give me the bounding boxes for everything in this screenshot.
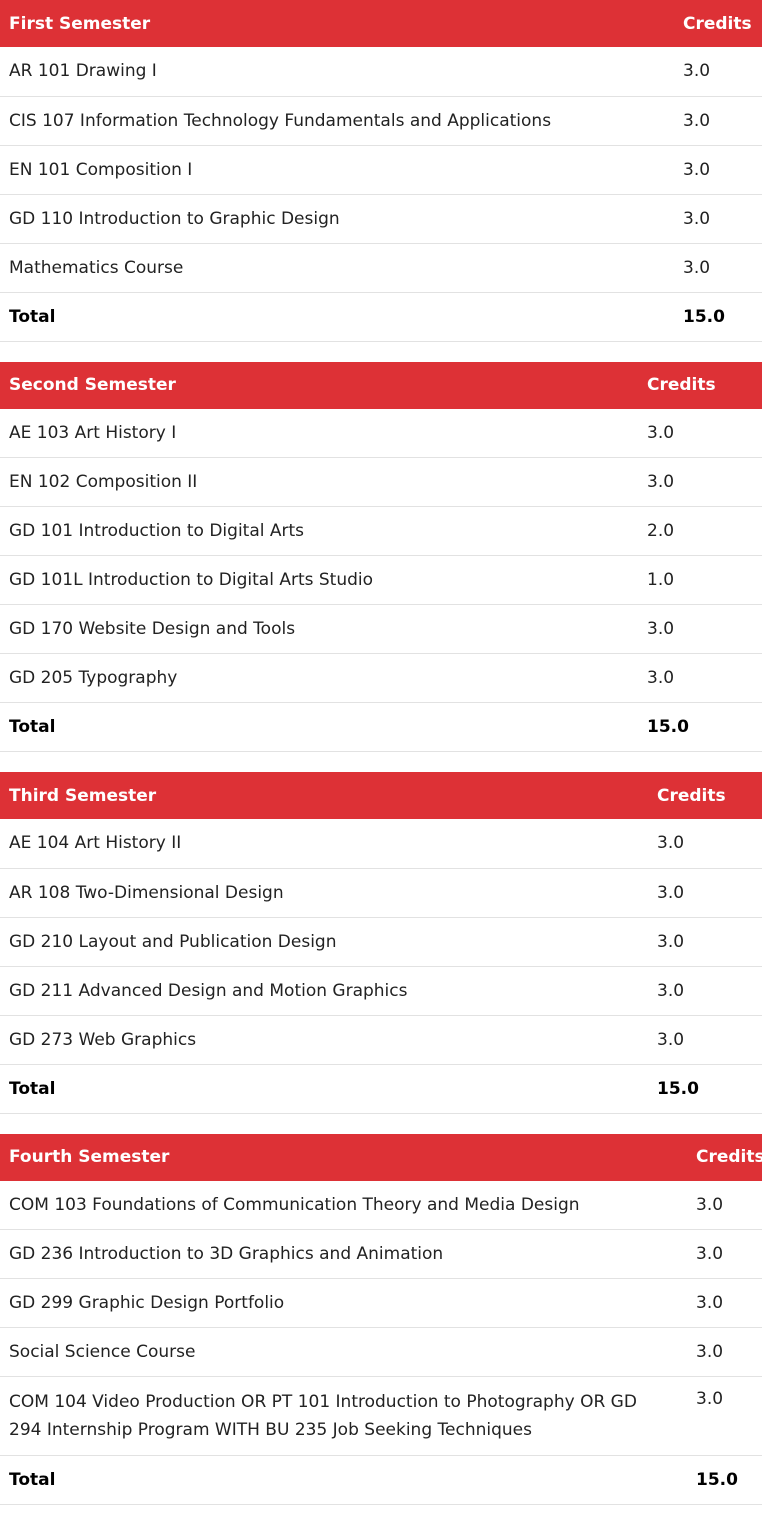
credits-header: Credits xyxy=(687,1133,762,1181)
course-credits: 3.0 xyxy=(674,194,762,244)
total-row: Total 15.0 xyxy=(0,292,762,342)
course-credits: 3.0 xyxy=(674,145,762,195)
course-name: GD 101 Introduction to Digital Arts xyxy=(0,506,638,556)
course-credits: 3.0 xyxy=(674,243,762,293)
semester-table-fourth: Fourth Semester Credits COM 103 Foundati… xyxy=(0,1133,762,1505)
course-credits: 3.0 xyxy=(648,966,762,1016)
degree-plan: First Semester Credits AR 101 Drawing I … xyxy=(0,0,762,1505)
course-name: EN 101 Composition I xyxy=(0,145,674,195)
course-row: GD 205 Typography 3.0 xyxy=(0,653,762,703)
course-row: AR 101 Drawing I 3.0 xyxy=(0,47,762,97)
course-name: GD 210 Layout and Publication Design xyxy=(0,917,648,967)
course-row: GD 101 Introduction to Digital Arts 2.0 xyxy=(0,506,762,556)
course-row: EN 102 Composition II 3.0 xyxy=(0,457,762,507)
credits-header: Credits xyxy=(638,361,762,409)
course-row: GD 299 Graphic Design Portfolio 3.0 xyxy=(0,1278,762,1328)
course-credits: 3.0 xyxy=(648,819,762,869)
course-row: GD 170 Website Design and Tools 3.0 xyxy=(0,604,762,654)
semester-title: First Semester xyxy=(0,0,674,47)
course-name: GD 299 Graphic Design Portfolio xyxy=(0,1278,687,1328)
course-credits: 3.0 xyxy=(674,47,762,97)
total-row: Total 15.0 xyxy=(0,1455,762,1505)
course-credits: 2.0 xyxy=(638,506,762,556)
course-credits: 3.0 xyxy=(638,604,762,654)
total-label: Total xyxy=(0,1064,648,1114)
total-row: Total 15.0 xyxy=(0,1064,762,1114)
course-credits: 3.0 xyxy=(674,96,762,146)
course-name: AR 108 Two-Dimensional Design xyxy=(0,868,648,918)
semester-title: Fourth Semester xyxy=(0,1133,687,1181)
course-name: GD 170 Website Design and Tools xyxy=(0,604,638,654)
course-name: Mathematics Course xyxy=(0,243,674,293)
course-row: AE 104 Art History II 3.0 xyxy=(0,819,762,869)
semester-title: Third Semester xyxy=(0,772,648,819)
course-row: CIS 107 Information Technology Fundament… xyxy=(0,96,762,146)
course-name: GD 211 Advanced Design and Motion Graphi… xyxy=(0,966,648,1016)
course-row: Social Science Course 3.0 xyxy=(0,1327,762,1377)
course-name: GD 101L Introduction to Digital Arts Stu… xyxy=(0,555,638,605)
semester-header: First Semester Credits xyxy=(0,0,762,47)
course-row: GD 211 Advanced Design and Motion Graphi… xyxy=(0,966,762,1016)
course-credits: 3.0 xyxy=(638,457,762,507)
course-name: GD 236 Introduction to 3D Graphics and A… xyxy=(0,1229,687,1279)
course-name: GD 110 Introduction to Graphic Design xyxy=(0,194,674,244)
semester-header: Fourth Semester Credits xyxy=(0,1133,762,1181)
total-credits: 15.0 xyxy=(674,292,762,342)
course-credits: 3.0 xyxy=(648,868,762,918)
semester-title: Second Semester xyxy=(0,361,638,409)
course-name: COM 103 Foundations of Communication The… xyxy=(0,1180,687,1230)
course-row: GD 236 Introduction to 3D Graphics and A… xyxy=(0,1229,762,1279)
course-credits: 3.0 xyxy=(648,1015,762,1065)
total-credits: 15.0 xyxy=(687,1455,762,1505)
total-label: Total xyxy=(0,1455,687,1505)
semester-header: Third Semester Credits xyxy=(0,772,762,819)
course-row: GD 110 Introduction to Graphic Design 3.… xyxy=(0,194,762,244)
course-row: AR 108 Two-Dimensional Design 3.0 xyxy=(0,868,762,918)
course-credits: 3.0 xyxy=(687,1278,762,1328)
course-name: COM 104 Video Production OR PT 101 Intro… xyxy=(0,1376,687,1456)
course-credits: 3.0 xyxy=(638,653,762,703)
course-credits: 3.0 xyxy=(648,917,762,967)
course-row: AE 103 Art History I 3.0 xyxy=(0,408,762,458)
total-credits: 15.0 xyxy=(638,702,762,752)
total-credits: 15.0 xyxy=(648,1064,762,1114)
total-label: Total xyxy=(0,702,638,752)
semester-table-third: Third Semester Credits AE 104 Art Histor… xyxy=(0,772,762,1114)
course-credits: 3.0 xyxy=(638,408,762,458)
total-label: Total xyxy=(0,292,674,342)
course-credits: 3.0 xyxy=(687,1376,762,1456)
credits-header: Credits xyxy=(674,0,762,47)
course-credits: 1.0 xyxy=(638,555,762,605)
semester-header: Second Semester Credits xyxy=(0,361,762,409)
course-credits: 3.0 xyxy=(687,1327,762,1377)
course-row: COM 104 Video Production OR PT 101 Intro… xyxy=(0,1376,762,1456)
course-credits: 3.0 xyxy=(687,1229,762,1279)
course-row: GD 101L Introduction to Digital Arts Stu… xyxy=(0,555,762,605)
course-row: EN 101 Composition I 3.0 xyxy=(0,145,762,195)
course-row: COM 103 Foundations of Communication The… xyxy=(0,1180,762,1230)
semester-table-first: First Semester Credits AR 101 Drawing I … xyxy=(0,0,762,342)
course-name: EN 102 Composition II xyxy=(0,457,638,507)
credits-header: Credits xyxy=(648,772,762,819)
course-name: CIS 107 Information Technology Fundament… xyxy=(0,96,674,146)
course-name: GD 205 Typography xyxy=(0,653,638,703)
course-credits: 3.0 xyxy=(687,1180,762,1230)
course-name: GD 273 Web Graphics xyxy=(0,1015,648,1065)
course-name: AR 101 Drawing I xyxy=(0,47,674,97)
total-row: Total 15.0 xyxy=(0,702,762,752)
course-name: AE 104 Art History II xyxy=(0,819,648,869)
course-row: Mathematics Course 3.0 xyxy=(0,243,762,293)
semester-table-second: Second Semester Credits AE 103 Art Histo… xyxy=(0,361,762,752)
course-row: GD 273 Web Graphics 3.0 xyxy=(0,1015,762,1065)
course-name: AE 103 Art History I xyxy=(0,408,638,458)
course-row: GD 210 Layout and Publication Design 3.0 xyxy=(0,917,762,967)
course-name: Social Science Course xyxy=(0,1327,687,1377)
